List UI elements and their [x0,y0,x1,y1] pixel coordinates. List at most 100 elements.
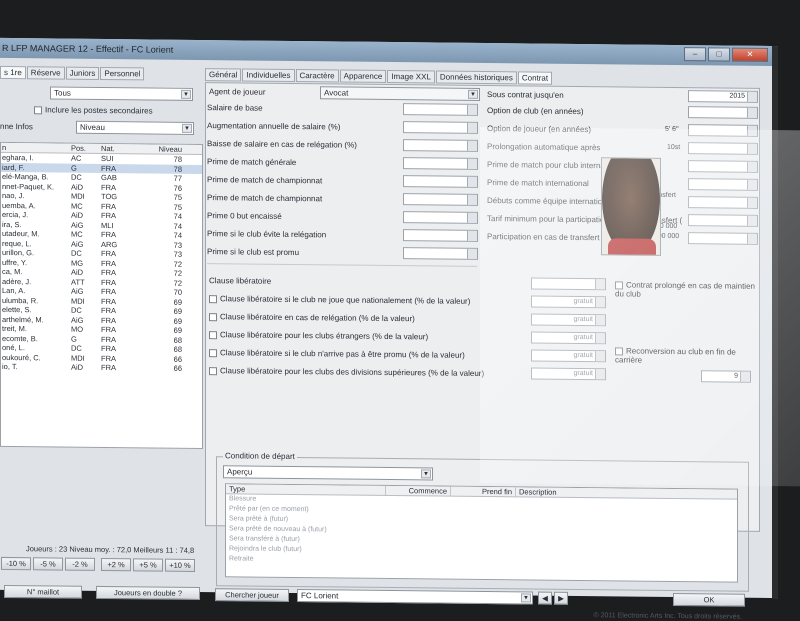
clause-5-checkbox[interactable]: Clause libératoire pour les clubs des di… [209,366,484,378]
tab-donnees-historiques[interactable]: Données historiques [435,70,517,85]
player-pos: G [71,334,77,344]
col-prend-fin[interactable]: Prend fin [451,486,516,497]
player-niveau: 69 [173,325,182,335]
player-niveau: 78 [173,154,182,164]
player-nat: GAB [101,172,117,183]
tab-apparence[interactable]: Apparence [339,69,387,83]
player-list[interactable]: n Pos. Nat. Niveau eghara, I. AC SUI 78 iard… [0,141,203,450]
field-prime-generale: Prime de match générale [207,157,297,168]
field-participation: Participation en cas de transfert (%) [487,232,615,243]
player-pos: MC [71,201,83,211]
player-niveau: 77 [173,173,182,183]
clause-1-checkbox[interactable]: Clause libératoire si le club ne joue qu… [209,294,470,306]
next-club-button[interactable]: ▶ [554,591,568,605]
baisse-relegation-input[interactable] [403,139,478,152]
col-pos[interactable]: Pos. [71,144,101,153]
minus-5-button[interactable]: -5 % [33,557,63,571]
prolonge-label: Contrat prolongé en cas de maintien du c… [615,280,755,299]
player-nat: FRA [101,229,116,240]
tab-personnel[interactable]: Personnel [100,66,145,81]
minimize-icon[interactable]: – [684,47,706,62]
percent-buttons: -10 % -5 % -2 % +2 % +5 % +10 % [1,556,195,572]
infos-label: nne Infos [0,121,33,132]
field-debuts-intl: Débuts comme équipe internationale [487,196,618,207]
salaire-base-input[interactable] [403,103,478,116]
plus-10-button[interactable]: +10 % [165,558,195,572]
col-commence[interactable]: Commence [386,485,451,496]
depart-select-value: Aperçu [227,467,253,477]
option-joueur-input[interactable] [688,124,758,137]
clause-1-input[interactable]: gratuit [531,295,606,309]
infos-select[interactable]: Niveau ▼ [76,120,194,135]
contract-year-input[interactable]: 2015 [688,90,758,103]
player-photo [601,157,661,256]
agent-select[interactable]: Avocat ▼ [320,86,480,101]
window-controls: – □ ✕ [684,47,768,62]
maximize-icon[interactable]: □ [708,47,730,62]
maillot-button[interactable]: N° maillot [4,584,82,599]
tab-juniors[interactable]: Juniors [65,66,100,80]
prime-promu-input[interactable] [403,247,478,260]
prime-championnat-1-input[interactable] [403,175,478,188]
tab-image-xxl[interactable]: Image XXL [387,69,435,84]
debuts-intl-input[interactable] [688,196,758,209]
minus-10-button[interactable]: -10 % [1,556,31,571]
minus-2-button[interactable]: -2 % [65,557,95,571]
prime-releg-input[interactable] [403,229,478,242]
col-type[interactable]: Type [226,484,386,495]
tarif-minimum-input[interactable] [688,214,758,227]
plus-5-button[interactable]: +5 % [133,558,163,572]
close-icon[interactable]: ✕ [732,47,768,62]
reconversion-input[interactable]: 9 [701,370,751,383]
clause-2-checkbox[interactable]: Clause libératoire en cas de relégation … [209,312,415,323]
prolonge-checkbox[interactable]: Contrat prolongé en cas de maintien du c… [615,280,755,299]
clause-4-label: Clause libératoire si le club n'arrive p… [220,348,465,360]
depart-list[interactable]: Type Commence Prend fin Description Bles… [225,483,738,583]
tab-contrat[interactable]: Contrat [517,71,553,85]
tab-equipe-1re[interactable]: s 1re [0,65,26,80]
player-niveau: 70 [173,287,182,297]
player-niveau: 74 [173,221,182,231]
reconversion-checkbox[interactable]: Reconversion au club en fin de carrière [615,346,755,365]
clause-4-input[interactable]: gratuit [531,349,606,363]
augmentation-input[interactable] [403,121,478,134]
clause-3-input[interactable]: gratuit [531,331,606,345]
position-filter-select[interactable]: Tous ▼ [50,86,193,101]
tab-reserve[interactable]: Réserve [26,66,65,80]
tab-individuelles[interactable]: Individuelles [242,68,295,83]
player-niveau: 69 [173,306,182,316]
depart-title: Condition de départ [223,451,297,462]
ok-button[interactable]: OK [673,592,745,607]
plus-2-button[interactable]: +2 % [101,557,131,572]
table-row[interactable]: io, T. AiD FRA 66 [1,362,202,374]
tab-general[interactable]: Général [205,68,242,82]
player-pos: DC [71,305,82,315]
field-prime-0-but: Prime 0 but encaissé [207,211,282,221]
club-select[interactable]: FC Lorient ▼ [297,589,533,605]
clause-liberatoire-input[interactable] [531,277,606,291]
participation-input[interactable] [688,232,758,245]
joueurs-double-button[interactable]: Joueurs en double ? [96,585,200,601]
prolongation-input[interactable] [688,142,758,155]
tab-caractere[interactable]: Caractère [295,69,339,83]
player-nat: FRA [101,353,116,363]
player-pos: AiD [71,182,84,192]
col-niveau[interactable]: Niveau [146,144,186,154]
col-name[interactable]: n [1,143,71,153]
depart-select[interactable]: Aperçu ▼ [223,465,433,481]
chercher-joueur-button[interactable]: Chercher joueur [215,588,289,602]
prime-intl-input[interactable] [688,178,758,191]
col-nat[interactable]: Nat. [101,144,146,153]
clause-4-checkbox[interactable]: Clause libératoire si le club n'arrive p… [209,348,465,360]
prime-generale-input[interactable] [403,157,478,170]
squad-stats: Joueurs : 23 Niveau moy. : 72,0 Meilleur… [26,544,195,555]
prev-club-button[interactable]: ◀ [538,591,552,605]
prime-0-but-input[interactable] [403,211,478,224]
prime-championnat-2-input[interactable] [403,193,478,206]
option-club-input[interactable] [688,106,758,119]
prime-club-intl-input[interactable] [688,160,758,173]
clause-2-input[interactable]: gratuit [531,313,606,327]
clause-3-checkbox[interactable]: Clause libératoire pour les clubs étrang… [209,330,428,341]
include-secondary-checkbox[interactable]: Inclure les postes secondaires [34,105,153,116]
clause-5-input[interactable]: gratuit [531,367,606,381]
